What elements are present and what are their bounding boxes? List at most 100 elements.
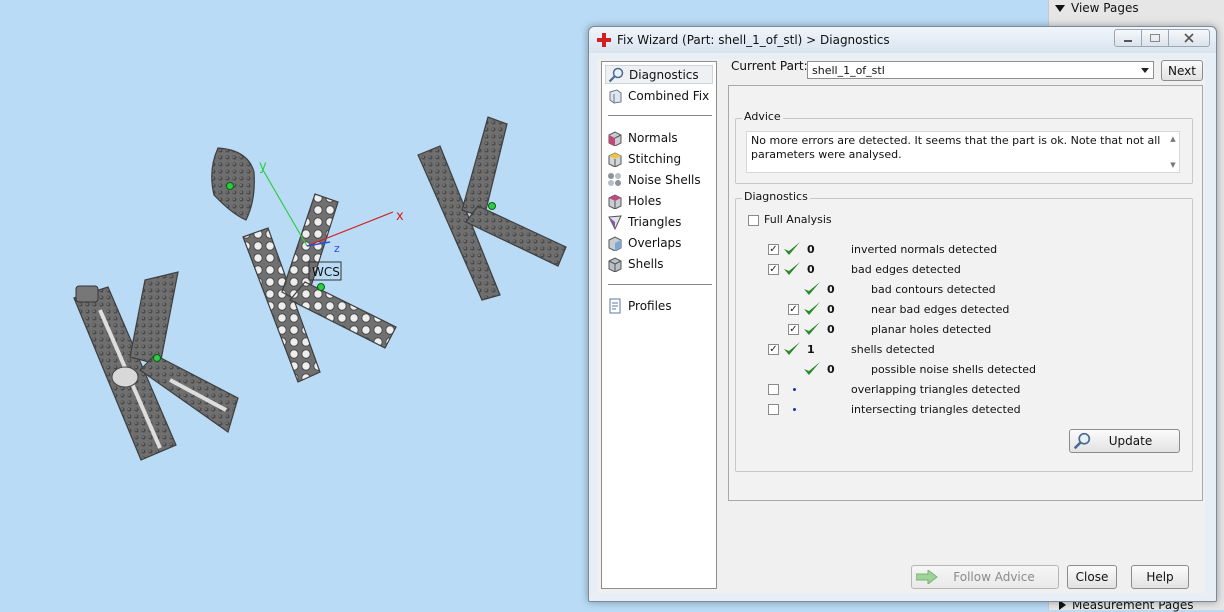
green-check-icon <box>804 362 820 375</box>
nav-item-label: Diagnostics <box>629 67 699 82</box>
nav-item-label: Normals <box>628 130 678 145</box>
scroll-up-icon: ▲ <box>1170 135 1176 143</box>
nav-item-combined-fix[interactable]: Combined Fix <box>605 86 713 105</box>
leaf-part <box>211 147 255 221</box>
green-check-icon <box>804 322 820 335</box>
expand-triangle-icon <box>1055 4 1065 12</box>
diagnostic-label: possible noise shells detected <box>871 363 1037 376</box>
nav-item-label: Holes <box>628 193 662 208</box>
advice-title: Advice <box>742 110 783 123</box>
nav-item-label: Shells <box>628 256 664 271</box>
diagnostic-checkbox[interactable]: ✓ <box>768 244 779 255</box>
k-part-right <box>417 116 567 301</box>
diagnostic-count: 1 <box>807 343 815 356</box>
advice-text: No more errors are detected. It seems th… <box>751 134 1161 161</box>
diagnostic-count: 0 <box>827 283 835 296</box>
update-button[interactable]: Update <box>1069 429 1180 453</box>
window-controls <box>1114 29 1210 47</box>
shells-cube-icon <box>608 256 622 272</box>
close-window-button[interactable] <box>1168 29 1210 47</box>
fix-wizard-dialog: Fix Wizard (Part: shell_1_of_stl) > Diag… <box>588 26 1217 602</box>
axis-x-label: x <box>396 209 404 224</box>
nav-item-triangles[interactable]: Triangles <box>605 212 713 231</box>
nav-item-diagnostics[interactable]: Diagnostics <box>605 65 713 84</box>
green-arrow-icon <box>916 570 938 584</box>
diagnostic-count: 0 <box>827 363 835 376</box>
noise-shells-icon <box>608 172 621 186</box>
scroll-down-icon: ▼ <box>1170 161 1176 169</box>
current-part-value: shell_1_of_stl <box>812 63 885 77</box>
nav-separator <box>608 284 712 285</box>
nav-item-normals[interactable]: Normals <box>605 128 713 147</box>
next-button[interactable]: Next <box>1161 60 1203 81</box>
nav-item-label: Stitching <box>628 151 682 166</box>
green-check-icon <box>804 282 820 295</box>
nav-item-label: Profiles <box>628 298 672 313</box>
nav-item-overlaps[interactable]: Overlaps <box>605 233 713 252</box>
view-pages-header[interactable]: View Pages <box>1055 0 1139 16</box>
diagnostic-count: 0 <box>807 243 815 256</box>
magnifier-icon <box>608 67 624 82</box>
combined-fix-icon <box>609 88 622 104</box>
diagnostic-label: intersecting triangles detected <box>851 403 1021 416</box>
magnifier-icon <box>1073 432 1091 450</box>
green-check-icon <box>784 242 800 255</box>
diagnostic-label: inverted normals detected <box>851 243 998 256</box>
maximize-icon <box>1150 34 1160 42</box>
advice-group: Advice No more errors are detected. It s… <box>735 110 1193 184</box>
maximize-button[interactable] <box>1141 29 1169 47</box>
diagnostic-checkbox[interactable] <box>768 384 779 395</box>
nav-item-label: Combined Fix <box>628 88 710 103</box>
advice-textbox[interactable]: No more errors are detected. It seems th… <box>746 131 1180 173</box>
minimize-icon <box>1124 39 1132 42</box>
close-icon <box>1184 33 1194 43</box>
k-part-middle <box>242 193 397 383</box>
profiles-document-icon <box>609 298 621 313</box>
diagnostic-label: bad edges detected <box>851 263 961 276</box>
nav-item-stitching[interactable]: Stitching <box>605 149 713 168</box>
wizard-nav: Diagnostics Combined Fix Normals Stitchi… <box>601 61 717 589</box>
diagnostic-label: overlapping triangles detected <box>851 383 1021 396</box>
diagnostic-count: 0 <box>827 323 835 336</box>
close-button[interactable]: Close <box>1067 565 1117 589</box>
green-check-icon <box>804 302 820 315</box>
dialog-title: Fix Wizard (Part: shell_1_of_stl) > Diag… <box>617 33 890 47</box>
diagnostic-checkbox[interactable]: ✓ <box>768 344 779 355</box>
diagnostic-checkbox[interactable]: ✓ <box>788 304 799 315</box>
holes-cube-icon <box>608 193 622 209</box>
axis-y-label: y <box>259 159 267 174</box>
diagnostic-label: shells detected <box>851 343 935 356</box>
diagnostic-count: 0 <box>827 303 835 316</box>
overlaps-cube-icon <box>608 235 622 251</box>
stitching-cube-icon <box>608 151 622 167</box>
pending-dot-icon <box>793 408 796 411</box>
pending-dot-icon <box>793 388 796 391</box>
diagnostic-checkbox[interactable]: ✓ <box>768 264 779 275</box>
triangles-icon <box>608 214 622 230</box>
view-pages-label: View Pages <box>1071 1 1139 15</box>
full-analysis-checkbox[interactable] <box>748 215 759 226</box>
red-cross-app-icon <box>597 33 611 47</box>
current-part-select[interactable]: shell_1_of_stl <box>807 61 1154 79</box>
k-part-left <box>73 271 239 461</box>
nav-item-shells[interactable]: Shells <box>605 254 713 273</box>
green-check-icon <box>784 262 800 275</box>
diagnostics-panel: Advice No more errors are detected. It s… <box>728 85 1203 501</box>
nav-item-profiles[interactable]: Profiles <box>605 296 713 315</box>
dialog-titlebar[interactable]: Fix Wizard (Part: shell_1_of_stl) > Diag… <box>589 27 1216 53</box>
follow-advice-button[interactable]: Follow Advice <box>911 565 1059 589</box>
full-analysis-label: Full Analysis <box>764 213 832 226</box>
dialog-body: Diagnostics Combined Fix Normals Stitchi… <box>597 59 1205 593</box>
minimize-button[interactable] <box>1114 29 1142 47</box>
follow-advice-label: Follow Advice <box>953 570 1035 584</box>
chevron-down-icon <box>1141 68 1149 73</box>
diagnostic-label: near bad edges detected <box>871 303 1010 316</box>
diagnostic-checkbox[interactable]: ✓ <box>788 324 799 335</box>
nav-item-holes[interactable]: Holes <box>605 191 713 210</box>
diagnostic-checkbox[interactable] <box>768 404 779 415</box>
advice-scrollbar[interactable]: ▲ ▼ <box>1167 132 1179 172</box>
nav-item-label: Overlaps <box>628 235 682 250</box>
help-button[interactable]: Help <box>1131 565 1189 589</box>
nav-item-noise-shells[interactable]: Noise Shells <box>605 170 713 189</box>
axis-z-label: z <box>334 242 340 255</box>
